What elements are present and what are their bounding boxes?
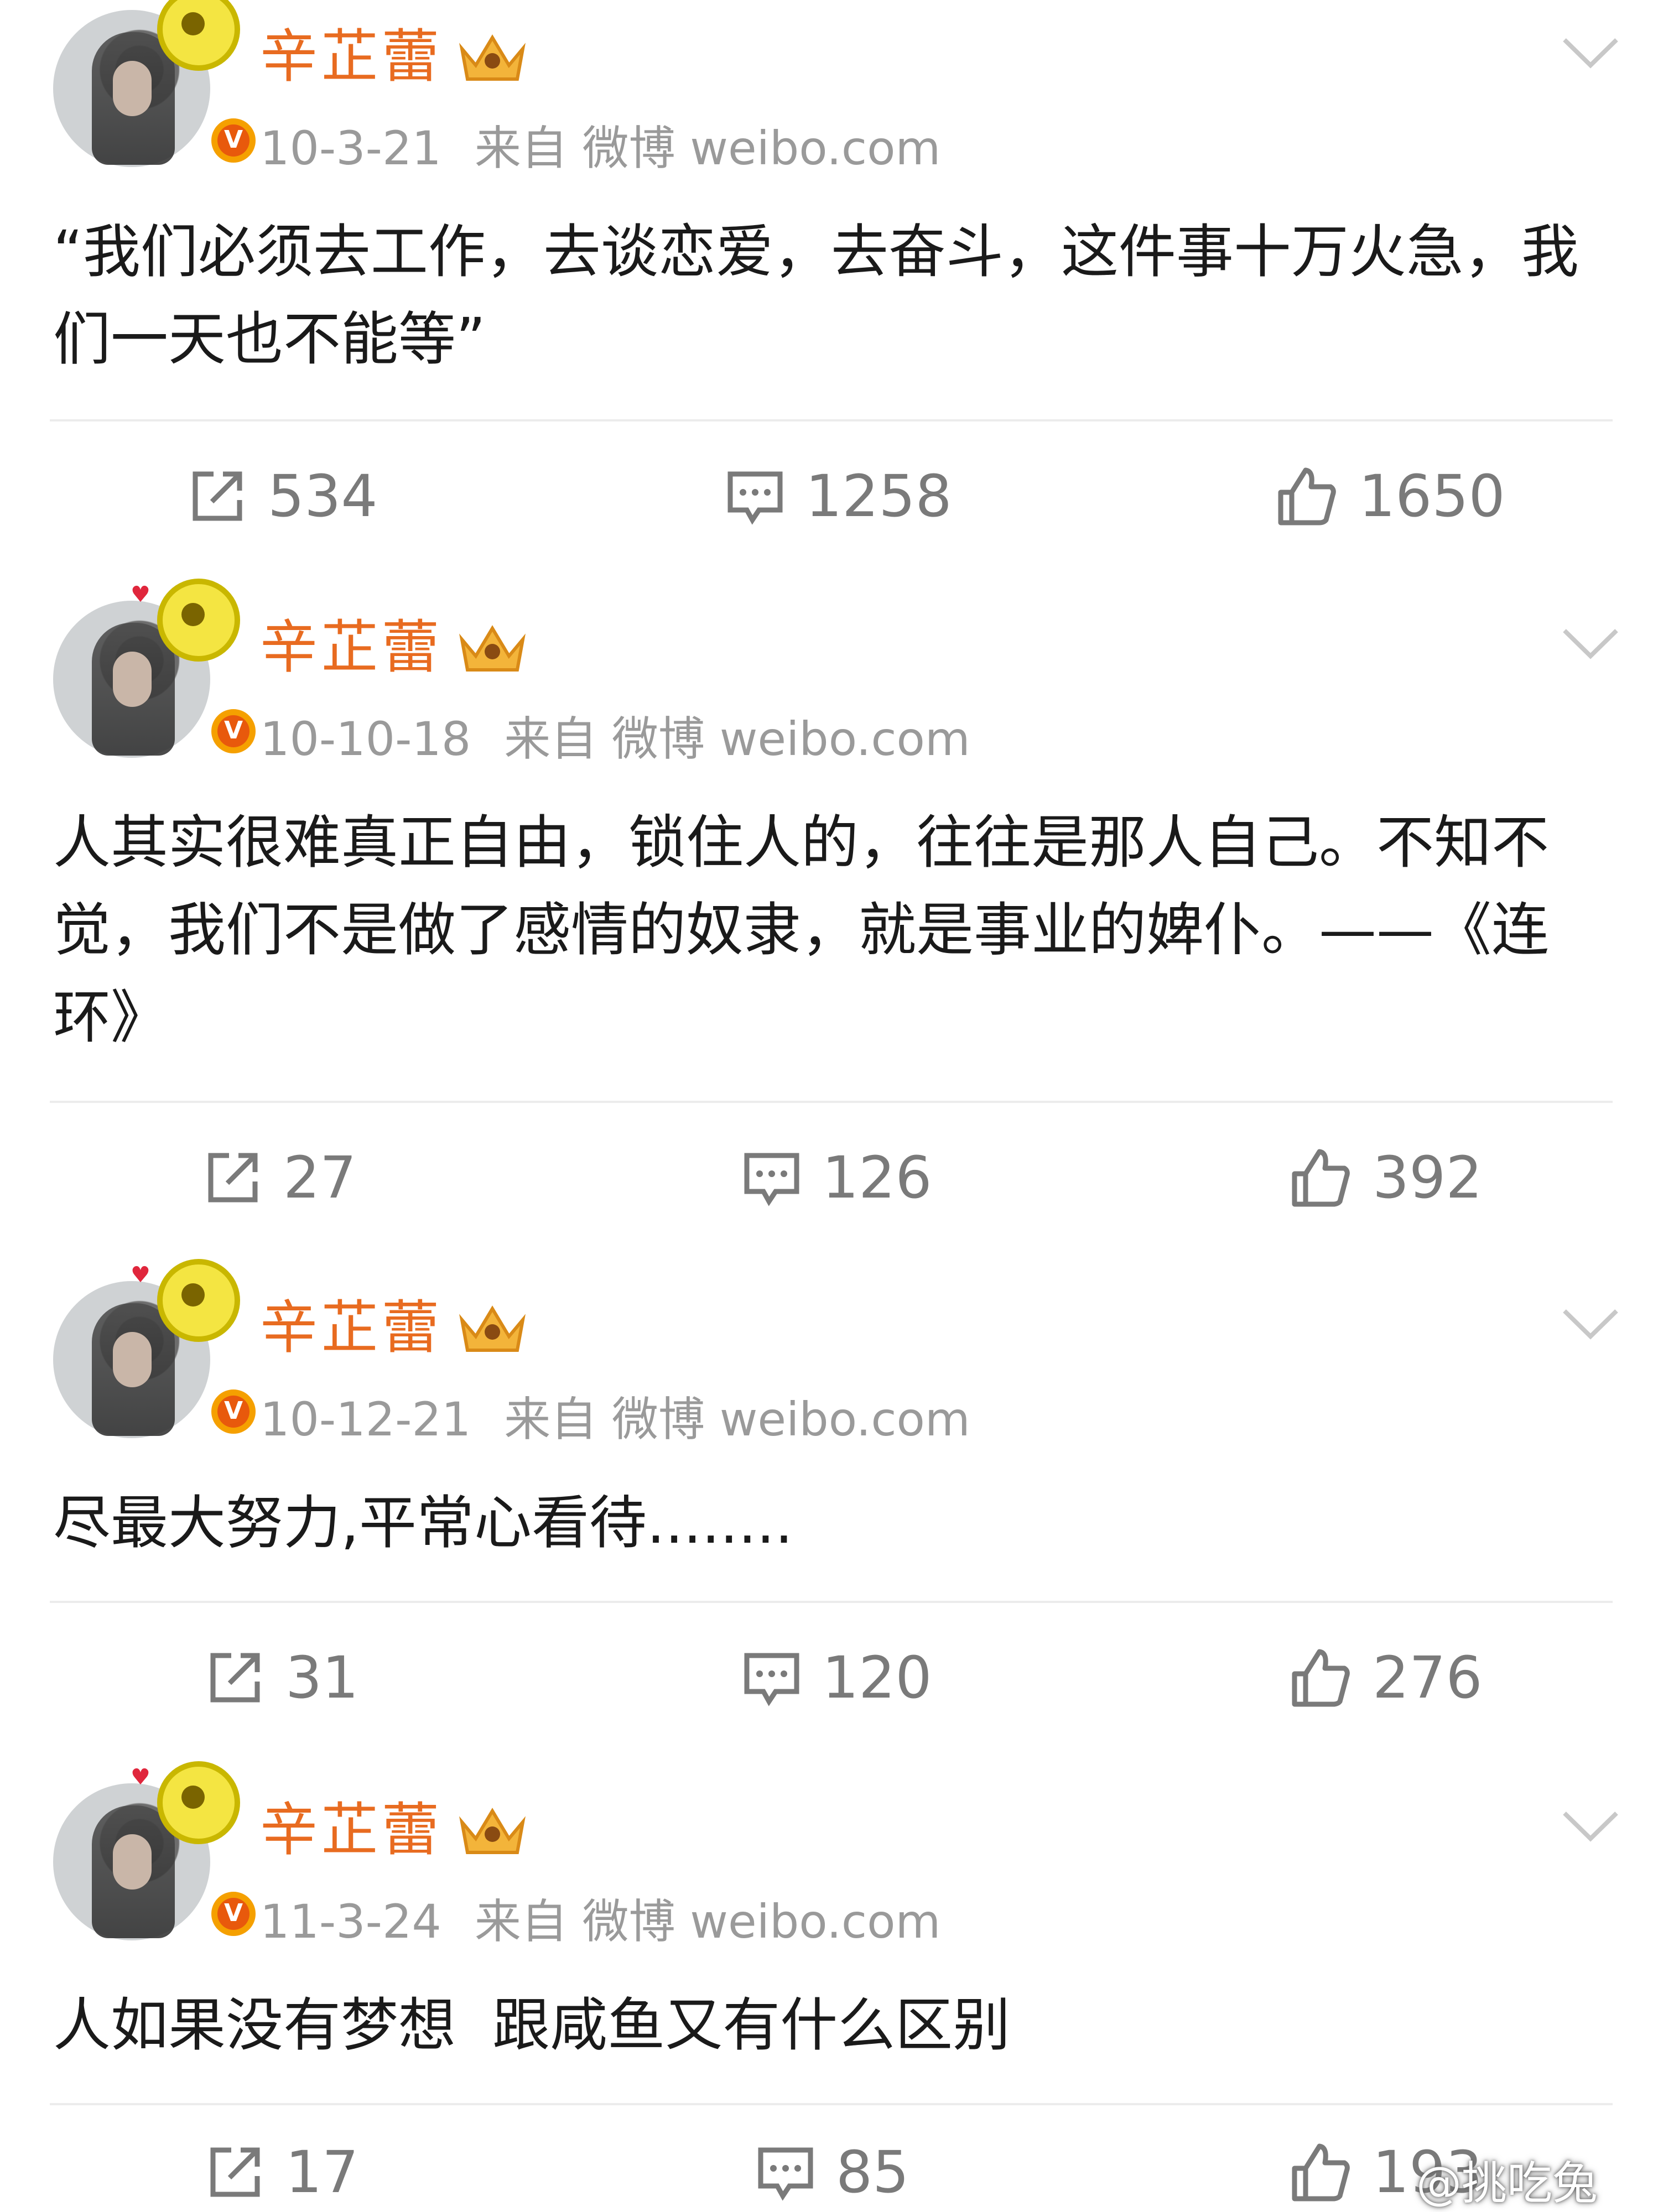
repost-button[interactable]: 17 [205,2136,358,2208]
repost-count: 27 [283,1144,357,1211]
post-date: 10-12-21 [260,1392,471,1446]
chevron-down-icon[interactable] [1560,33,1621,72]
comment-button[interactable]: 85 [755,2136,909,2208]
repost-count: 17 [285,2138,359,2206]
comment-button[interactable]: 120 [741,1642,932,1714]
avatar-face [113,61,152,116]
comment-icon [727,471,783,525]
avatar-face [113,1332,152,1387]
divider [50,419,1613,421]
heart-icon: ♥ [131,1765,150,1790]
divider [50,2103,1613,2105]
author-name[interactable]: 辛芷蕾 [260,23,443,90]
repost-count: 534 [268,462,378,530]
avatar-decoration-icon [157,579,240,662]
post-content: “我们必须去工作，去谈恋爱，去奋斗，这件事十万火急，我们一天也不能等” [53,218,1579,373]
action-bar: 534 1258 1650 [0,460,1658,532]
crown-icon [459,1305,526,1352]
like-count: 392 [1373,1144,1483,1211]
v-badge-icon: V [207,705,260,758]
like-count: 1650 [1359,462,1505,530]
source-prefix: 来自 [504,1392,597,1446]
v-badge-icon: V [207,114,260,167]
author-name[interactable]: 辛芷蕾 [260,1294,443,1361]
post-meta: 10-12-21 来自 微博 weibo.com [260,1392,970,1447]
comment-icon [744,1153,799,1206]
divider [50,1601,1613,1603]
like-button[interactable]: 1650 [1275,460,1505,532]
comment-icon [758,2147,813,2201]
divider [50,1101,1613,1103]
thumbs-up-icon [1292,1149,1350,1206]
share-icon [208,1153,258,1203]
comment-icon [744,1653,799,1706]
avatar-decoration-icon [157,1259,240,1342]
avatar-decoration-icon [157,1761,240,1844]
post-meta: 10-3-21 来自 微博 weibo.com [260,121,940,176]
share-icon [210,1653,260,1703]
v-badge-icon: V [207,1385,260,1438]
post-date: 10-3-21 [260,121,441,175]
comment-count: 85 [836,2138,909,2206]
like-count: 276 [1373,1644,1483,1711]
thumbs-up-icon [1292,2143,1350,2201]
v-badge-icon: V [207,1887,260,1940]
repost-count: 31 [285,1644,359,1711]
post-meta: 10-10-18 来自 微博 weibo.com [260,711,970,767]
avatar[interactable]: V [53,0,260,167]
share-icon [210,2147,260,2197]
heart-icon: ♥ [131,582,150,607]
chevron-down-icon[interactable] [1560,624,1621,663]
avatar-face [113,1834,152,1890]
comment-count: 126 [822,1144,932,1211]
post-content: 尽最大努力,平常心看待........ [53,1489,793,1557]
thumbs-up-icon [1292,1649,1350,1706]
thumbs-up-icon [1278,467,1336,525]
watermark: @挑吃兔 [1416,2157,1598,2210]
post-source[interactable]: 微博 weibo.com [583,121,941,175]
comment-count: 1258 [805,462,952,530]
repost-button[interactable]: 31 [205,1642,358,1714]
crown-icon [459,34,526,81]
crown-icon [459,625,526,672]
source-prefix: 来自 [474,121,568,175]
post-source[interactable]: 微博 weibo.com [612,1392,970,1446]
chevron-down-icon[interactable] [1560,1807,1621,1845]
post-content: 人其实很难真正自由，锁住人的，往往是那人自己。不知不觉，我们不是做了感情的奴隶，… [53,809,1550,1051]
repost-button[interactable]: 27 [202,1142,356,1214]
comment-button[interactable]: 126 [741,1142,932,1214]
post-meta: 11-3-24 来自 微博 weibo.com [260,1894,940,1949]
post-source[interactable]: 微博 weibo.com [612,712,970,766]
comment-count: 120 [822,1644,932,1711]
action-bar: 31 120 276 [0,1642,1658,1714]
avatar[interactable]: ♥ V [53,1259,260,1438]
avatar[interactable]: ♥ V [53,579,260,758]
source-prefix: 来自 [504,712,597,766]
source-prefix: 来自 [474,1894,568,1949]
chevron-down-icon[interactable] [1560,1304,1621,1343]
post-date: 11-3-24 [260,1894,441,1949]
share-icon [193,471,242,521]
like-button[interactable]: 276 [1289,1642,1483,1714]
author-name[interactable]: 辛芷蕾 [260,1797,443,1863]
repost-button[interactable]: 534 [187,460,378,532]
post-content: 人如果没有梦想 跟咸鱼又有什么区别 [53,1991,1011,2059]
crown-icon [459,1808,526,1854]
heart-icon: ♥ [131,1262,150,1288]
action-bar: 17 85 193 [0,2136,1658,2208]
comment-button[interactable]: 1258 [725,460,952,532]
post-date: 10-10-18 [260,712,471,766]
post-source[interactable]: 微博 weibo.com [583,1894,941,1949]
avatar-face [113,652,152,707]
action-bar: 27 126 392 [0,1142,1658,1214]
avatar[interactable]: ♥ V [53,1761,260,1940]
author-name[interactable]: 辛芷蕾 [260,614,443,680]
like-button[interactable]: 392 [1289,1142,1483,1214]
